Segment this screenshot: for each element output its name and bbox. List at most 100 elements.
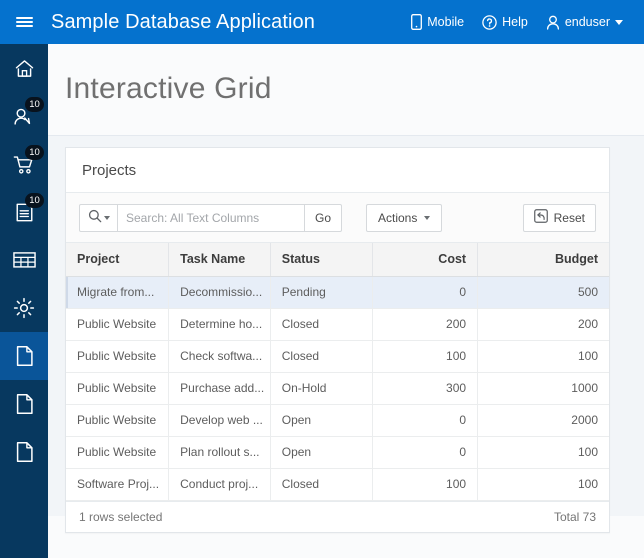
cell-budget[interactable]: 500 bbox=[478, 276, 609, 308]
mobile-button[interactable]: Mobile bbox=[402, 0, 473, 44]
magnifier-icon bbox=[88, 209, 102, 226]
cell-project[interactable]: Software Proj... bbox=[66, 468, 169, 500]
search-column-selector[interactable] bbox=[79, 204, 118, 232]
cell-project[interactable]: Public Website bbox=[66, 404, 169, 436]
grid-footer: 1 rows selected Total 73 bbox=[66, 501, 609, 532]
cell-budget[interactable]: 1000 bbox=[478, 372, 609, 404]
application-window: Sample Database Application Mobile bbox=[0, 0, 644, 558]
region-title: Projects bbox=[82, 162, 136, 179]
grid-body: Migrate from... Decommissio... Pending 0… bbox=[66, 276, 609, 500]
cell-task-name[interactable]: Check softwa... bbox=[169, 340, 271, 372]
projects-region: Projects bbox=[65, 147, 610, 533]
badge-count: 10 bbox=[25, 145, 44, 160]
sidebar-item-customers[interactable]: 10 bbox=[0, 92, 48, 140]
table-row[interactable]: Public Website Purchase add... On-Hold 3… bbox=[66, 372, 609, 404]
sidebar-item-page-3[interactable] bbox=[0, 428, 48, 476]
column-header-status[interactable]: Status bbox=[270, 243, 373, 276]
cell-budget[interactable]: 200 bbox=[478, 308, 609, 340]
page-icon bbox=[15, 393, 34, 415]
cell-task-name[interactable]: Develop web ... bbox=[169, 404, 271, 436]
cell-status[interactable]: Closed bbox=[270, 340, 373, 372]
table-row[interactable]: Public Website Check softwa... Closed 10… bbox=[66, 340, 609, 372]
sidebar-navigation: 10 10 10 bbox=[0, 44, 48, 558]
cell-project[interactable]: Public Website bbox=[66, 436, 169, 468]
table-row[interactable]: Software Proj... Conduct proj... Closed … bbox=[66, 468, 609, 500]
interactive-grid-table: Project Task Name Status Cost Budget Mig… bbox=[66, 243, 609, 501]
page-icon bbox=[15, 345, 34, 367]
table-row[interactable]: Public Website Plan rollout s... Open 0 … bbox=[66, 436, 609, 468]
sidebar-item-administration[interactable] bbox=[0, 284, 48, 332]
chevron-down-icon bbox=[424, 216, 430, 220]
cell-budget[interactable]: 100 bbox=[478, 468, 609, 500]
cell-cost[interactable]: 100 bbox=[373, 340, 478, 372]
cell-cost[interactable]: 100 bbox=[373, 468, 478, 500]
sidebar-item-home[interactable] bbox=[0, 44, 48, 92]
hamburger-bar bbox=[16, 25, 33, 27]
sidebar-item-reports[interactable] bbox=[0, 236, 48, 284]
table-row[interactable]: Public Website Determine ho... Closed 20… bbox=[66, 308, 609, 340]
column-header-cost[interactable]: Cost bbox=[373, 243, 478, 276]
cell-project[interactable]: Public Website bbox=[66, 340, 169, 372]
app-title: Sample Database Application bbox=[51, 11, 315, 34]
cell-task-name[interactable]: Determine ho... bbox=[169, 308, 271, 340]
search-group: Go bbox=[79, 204, 342, 232]
cell-status[interactable]: Closed bbox=[270, 308, 373, 340]
reset-button[interactable]: Reset bbox=[523, 204, 596, 232]
table-row[interactable]: Public Website Develop web ... Open 0 20… bbox=[66, 404, 609, 436]
actions-button[interactable]: Actions bbox=[366, 204, 442, 232]
help-button[interactable]: Help bbox=[473, 0, 537, 44]
reset-label: Reset bbox=[554, 211, 585, 225]
cell-status[interactable]: On-Hold bbox=[270, 372, 373, 404]
cell-task-name[interactable]: Decommissio... bbox=[169, 276, 271, 308]
go-button[interactable]: Go bbox=[304, 204, 342, 232]
user-icon bbox=[546, 15, 560, 30]
page-icon bbox=[15, 441, 34, 463]
column-header-task-name[interactable]: Task Name bbox=[169, 243, 271, 276]
cell-cost[interactable]: 300 bbox=[373, 372, 478, 404]
cell-task-name[interactable]: Conduct proj... bbox=[169, 468, 271, 500]
topbar-actions: Mobile Help bbox=[402, 0, 644, 44]
cell-cost[interactable]: 0 bbox=[373, 404, 478, 436]
cell-status[interactable]: Open bbox=[270, 436, 373, 468]
help-circle-icon bbox=[482, 15, 497, 30]
selection-status: 1 rows selected bbox=[79, 510, 162, 524]
cell-task-name[interactable]: Plan rollout s... bbox=[169, 436, 271, 468]
interactive-grid-toolbar: Go Actions bbox=[66, 193, 609, 243]
sidebar-item-orders[interactable]: 10 bbox=[0, 188, 48, 236]
cell-status[interactable]: Pending bbox=[270, 276, 373, 308]
cell-cost[interactable]: 0 bbox=[373, 276, 478, 308]
gear-icon bbox=[13, 297, 35, 319]
cell-budget[interactable]: 100 bbox=[478, 340, 609, 372]
page-title: Interactive Grid bbox=[48, 44, 644, 106]
search-input[interactable] bbox=[118, 204, 304, 232]
column-header-project[interactable]: Project bbox=[66, 243, 169, 276]
cell-task-name[interactable]: Purchase add... bbox=[169, 372, 271, 404]
badge-count: 10 bbox=[25, 193, 44, 208]
user-menu-button[interactable]: enduser bbox=[537, 0, 632, 44]
cell-cost[interactable]: 0 bbox=[373, 436, 478, 468]
grid-header-row: Project Task Name Status Cost Budget bbox=[66, 243, 609, 276]
sidebar-item-products[interactable]: 10 bbox=[0, 140, 48, 188]
hamburger-bar bbox=[16, 17, 33, 19]
cell-cost[interactable]: 200 bbox=[373, 308, 478, 340]
chevron-down-icon bbox=[615, 20, 623, 25]
total-count: Total 73 bbox=[554, 510, 596, 524]
sidebar-item-page-1[interactable] bbox=[0, 332, 48, 380]
hamburger-icon[interactable] bbox=[0, 0, 48, 44]
mobile-label: Mobile bbox=[427, 15, 464, 29]
region-header: Projects bbox=[66, 148, 609, 193]
sidebar-item-page-2[interactable] bbox=[0, 380, 48, 428]
cell-budget[interactable]: 2000 bbox=[478, 404, 609, 436]
home-icon bbox=[14, 58, 35, 79]
table-row[interactable]: Migrate from... Decommissio... Pending 0… bbox=[66, 276, 609, 308]
cell-project[interactable]: Public Website bbox=[66, 372, 169, 404]
column-header-budget[interactable]: Budget bbox=[478, 243, 609, 276]
cell-status[interactable]: Closed bbox=[270, 468, 373, 500]
cell-project[interactable]: Migrate from... bbox=[66, 276, 169, 308]
cell-budget[interactable]: 100 bbox=[478, 436, 609, 468]
user-label: enduser bbox=[565, 15, 610, 29]
cell-status[interactable]: Open bbox=[270, 404, 373, 436]
actions-label: Actions bbox=[378, 211, 417, 225]
top-navigation-bar: Sample Database Application Mobile bbox=[0, 0, 644, 44]
cell-project[interactable]: Public Website bbox=[66, 308, 169, 340]
